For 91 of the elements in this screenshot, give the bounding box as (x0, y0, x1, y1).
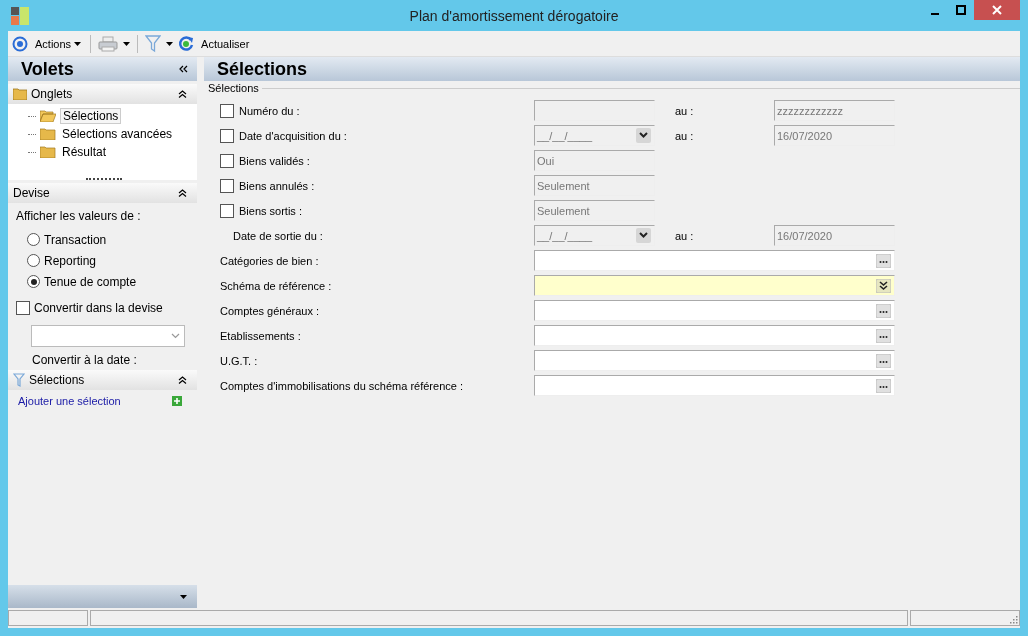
input-field[interactable]: 16/07/2020 (774, 225, 895, 246)
group-label: Sélections (208, 82, 259, 94)
input-field[interactable]: Oui (534, 150, 655, 171)
caret-icon[interactable] (180, 594, 187, 599)
field-label: au : (674, 104, 695, 117)
radio-label: Reporting (44, 253, 97, 268)
folder-icon (40, 146, 56, 158)
caret-icon (74, 41, 82, 46)
tree-item[interactable]: Sélections (60, 108, 122, 124)
field-label: Biens annulés : (239, 179, 315, 192)
section-title: Sélections (29, 373, 85, 387)
lookup-field[interactable] (534, 375, 895, 396)
resize-grip-icon[interactable] (1009, 615, 1018, 624)
prompt-label: Afficher les valeurs de : (16, 209, 142, 223)
radio-button[interactable] (27, 233, 40, 246)
close-button[interactable] (974, 0, 1020, 20)
section-header[interactable]: Sélections (8, 370, 197, 390)
folder-icon (13, 88, 27, 100)
ellipsis-icon[interactable] (876, 378, 891, 393)
target-icon[interactable] (12, 35, 28, 52)
maximize-icon (956, 5, 966, 15)
input-field[interactable]: Seulement (534, 175, 655, 196)
field-label: Etablissements : (220, 329, 301, 342)
section-header[interactable]: Onglets (8, 84, 197, 104)
checkbox[interactable] (220, 203, 234, 218)
tree-item[interactable]: Résultat (60, 145, 109, 159)
caret-icon[interactable] (123, 41, 131, 46)
dropdown-icon[interactable] (636, 228, 651, 243)
collapse-icon[interactable] (179, 65, 188, 73)
field-label: Numéro du : (239, 104, 300, 117)
section-title: Devise (13, 186, 50, 200)
chevron-icon[interactable] (178, 90, 187, 98)
field-label: Catégories de bien : (220, 254, 319, 267)
lookup-field[interactable] (534, 250, 895, 271)
input-field[interactable]: 16/07/2020 (774, 125, 895, 146)
panel-title: Volets (21, 58, 74, 80)
folder-icon (40, 128, 56, 140)
section-title: Onglets (31, 87, 73, 101)
folder-icon (40, 110, 56, 122)
section-header[interactable]: Devise (8, 183, 197, 203)
field-label: au : (674, 129, 695, 142)
checkbox-label: Convertir dans la devise (34, 301, 163, 315)
plus-icon[interactable] (172, 396, 182, 406)
input-field[interactable]: zzzzzzzzzzzz (774, 100, 895, 121)
chevron-icon[interactable] (178, 376, 187, 384)
checkbox[interactable] (220, 153, 234, 168)
lookup-field[interactable] (534, 325, 895, 346)
ellipsis-icon[interactable] (876, 328, 891, 343)
caret-icon[interactable] (166, 41, 174, 46)
field-label: Biens validés : (239, 154, 310, 167)
expand-icon[interactable] (876, 278, 891, 293)
field-label: Date de sortie du : (232, 229, 323, 242)
chevron-icon (171, 333, 180, 339)
checkbox[interactable] (16, 301, 30, 315)
field-label: Comptes d'immobilisations du schéma référence : (220, 379, 463, 392)
checkbox[interactable] (220, 178, 234, 193)
ellipsis-icon[interactable] (876, 303, 891, 318)
add-selection-link[interactable]: Ajouter une sélection (18, 395, 121, 407)
radio-label: Transaction (44, 232, 107, 247)
chevron-icon[interactable] (178, 189, 187, 197)
input-field[interactable]: Seulement (534, 200, 655, 221)
field-label: Comptes généraux : (220, 304, 320, 317)
field-label: Date d'acquisition du : (239, 129, 347, 142)
radio-button[interactable] (27, 254, 40, 267)
refresh-icon[interactable] (178, 35, 195, 52)
field-label: Schéma de référence : (220, 279, 332, 292)
radio-button[interactable] (27, 275, 40, 288)
date-field[interactable]: __/__/____ (534, 225, 655, 246)
page-title: Sélections (217, 58, 308, 80)
lookup-field[interactable] (534, 350, 895, 371)
ellipsis-icon[interactable] (876, 253, 891, 268)
dropdown-icon[interactable] (636, 128, 651, 143)
funnel-icon (13, 373, 25, 387)
field-label: Biens sortis : (239, 204, 302, 217)
date-label: Convertir à la date : (32, 353, 138, 367)
actions-menu[interactable]: Actions (33, 37, 84, 50)
field-label: au : (674, 229, 695, 242)
minimize-icon (931, 13, 939, 15)
lookup-field[interactable] (534, 300, 895, 321)
tree-item[interactable]: Sélections avancées (60, 127, 175, 141)
app-icon (11, 6, 29, 25)
lookup-field[interactable] (534, 275, 895, 296)
ellipsis-icon[interactable] (876, 353, 891, 368)
field-label: U.G.T. : (220, 354, 258, 367)
checkbox[interactable] (220, 103, 234, 118)
checkbox[interactable] (220, 128, 234, 143)
radio-label: Tenue de compte (44, 274, 137, 289)
refresh-button[interactable]: Actualiser (199, 37, 252, 50)
close-icon (992, 5, 1002, 15)
window-title: Plan d'amortissement dérogatoire (409, 7, 619, 24)
date-field[interactable]: __/__/____ (534, 125, 655, 146)
